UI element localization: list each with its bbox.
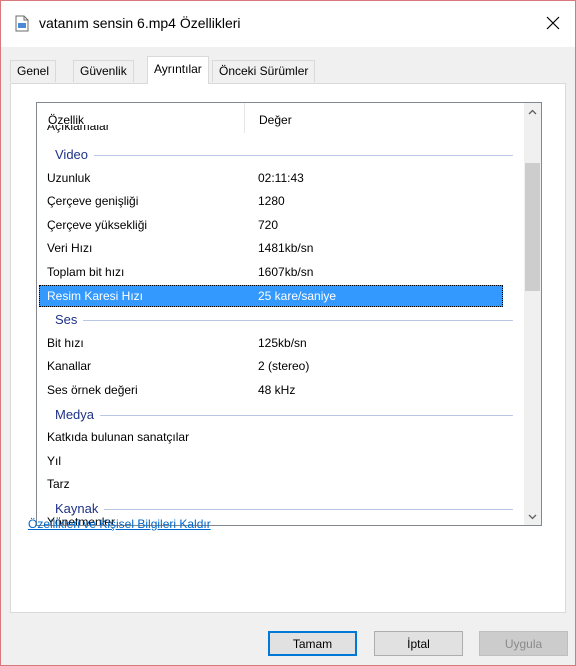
list-item[interactable]: Çerçeve genişliği 1280 bbox=[37, 190, 525, 214]
list-item[interactable]: Yıl bbox=[37, 450, 525, 474]
chevron-up-icon bbox=[528, 109, 537, 114]
vertical-scrollbar[interactable] bbox=[524, 103, 541, 525]
group-divider bbox=[94, 155, 513, 156]
list-item[interactable]: Toplam bit hızı 1607kb/sn bbox=[37, 261, 525, 285]
tab-previous-versions[interactable]: Önceki Sürümler bbox=[212, 60, 316, 82]
property-name: Veri Hızı bbox=[47, 241, 93, 256]
list-item[interactable]: Kanallar 2 (stereo) bbox=[37, 355, 525, 379]
group-label: Video bbox=[55, 147, 89, 162]
cancel-button[interactable]: İptal bbox=[374, 631, 463, 656]
group-divider bbox=[104, 508, 513, 510]
property-name: Tarz bbox=[47, 477, 70, 492]
group-label: Ses bbox=[55, 312, 78, 328]
list-rows: Video Uzunluk 02:11:43 Çerçeve genişliği 128… bbox=[37, 143, 525, 521]
group-divider bbox=[83, 320, 513, 322]
property-value[interactable]: 2 (stereo) bbox=[258, 359, 309, 373]
column-header-value[interactable]: Değer bbox=[259, 113, 292, 127]
list-item[interactable]: Uzunluk 02:11:43 bbox=[37, 167, 525, 191]
property-name: Katkıda bulunan sanatçılar bbox=[47, 430, 190, 445]
property-name: Uzunluk bbox=[47, 170, 91, 185]
remove-properties-link[interactable]: Özellikleri ve Kişisel Bilgileri Kaldır bbox=[28, 517, 211, 531]
property-name: Çerçeve yüksekliği bbox=[47, 217, 148, 232]
group-header: Medya bbox=[37, 403, 525, 427]
list-item[interactable]: Bit hızı 125kb/sn bbox=[37, 332, 525, 356]
list-item[interactable]: Veri Hızı 1481kb/sn bbox=[37, 237, 525, 261]
video-file-icon bbox=[15, 15, 29, 32]
property-value[interactable]: 720 bbox=[258, 218, 278, 232]
window-title: vatanım sensin 6.mp4 Özellikleri bbox=[39, 15, 241, 31]
group-header: Video bbox=[37, 143, 525, 167]
property-value[interactable]: 1481kb/sn bbox=[258, 241, 313, 255]
scroll-down-button[interactable] bbox=[524, 508, 541, 525]
close-icon bbox=[546, 16, 560, 30]
properties-list[interactable]: Özellik Değer Açıklamalar Video Uzunluk 02… bbox=[36, 102, 542, 526]
chevron-down-icon bbox=[528, 514, 537, 519]
property-name: Toplam bit hızı bbox=[47, 264, 125, 279]
properties-dialog: vatanım sensin 6.mp4 Özellikleri Genel G… bbox=[0, 0, 576, 666]
group-label: Medya bbox=[55, 406, 95, 422]
list-item[interactable]: Tarz bbox=[37, 473, 525, 497]
tab-strip: Genel Güvenlik Ayrıntılar Önceki Sürümle… bbox=[10, 56, 570, 84]
group-header: Ses bbox=[37, 308, 525, 332]
list-header: Özellik Değer Açıklamalar bbox=[37, 103, 525, 139]
list-item-clipped: Açıklamalar bbox=[47, 125, 110, 133]
property-value[interactable]: 48 kHz bbox=[258, 383, 295, 397]
details-panel: Özellik Değer Açıklamalar Video Uzunluk 02… bbox=[10, 83, 566, 613]
scroll-up-button[interactable] bbox=[524, 103, 541, 120]
list-item[interactable]: Ses örnek değeri 48 kHz bbox=[37, 379, 525, 403]
tab-details[interactable]: Ayrıntılar bbox=[147, 56, 209, 84]
property-name: Bit hızı bbox=[47, 335, 84, 350]
property-value[interactable]: 02:11:43 bbox=[258, 171, 304, 185]
close-button[interactable] bbox=[531, 7, 575, 39]
title-bar[interactable]: vatanım sensin 6.mp4 Özellikleri bbox=[1, 1, 575, 47]
list-item[interactable]: Katkıda bulunan sanatçılar bbox=[37, 426, 525, 450]
apply-button[interactable]: Uygula bbox=[479, 631, 568, 656]
property-name: Resim Karesi Hızı bbox=[47, 288, 144, 303]
group-label: Kaynak bbox=[55, 500, 99, 516]
property-name: Ses örnek değeri bbox=[47, 382, 138, 397]
ok-button[interactable]: Tamam bbox=[268, 631, 357, 656]
property-name: Çerçeve genişliği bbox=[47, 194, 139, 209]
property-value[interactable]: 125kb/sn bbox=[258, 336, 307, 350]
property-value[interactable]: 1607kb/sn bbox=[258, 265, 313, 279]
group-divider bbox=[100, 414, 513, 416]
tab-security[interactable]: Güvenlik bbox=[73, 60, 134, 82]
property-name: Kanallar bbox=[47, 359, 92, 374]
list-item[interactable]: Çerçeve yüksekliği 720 bbox=[37, 214, 525, 238]
list-item[interactable]: Resim Karesi Hızı 25 kare/saniye bbox=[37, 284, 525, 309]
column-divider[interactable] bbox=[244, 103, 245, 133]
property-name: Yıl bbox=[47, 453, 62, 468]
scrollbar-thumb[interactable] bbox=[525, 163, 540, 291]
property-value[interactable]: 1280 bbox=[258, 194, 285, 208]
tab-general[interactable]: Genel bbox=[10, 60, 57, 82]
property-value[interactable]: 25 kare/saniye bbox=[258, 289, 336, 303]
